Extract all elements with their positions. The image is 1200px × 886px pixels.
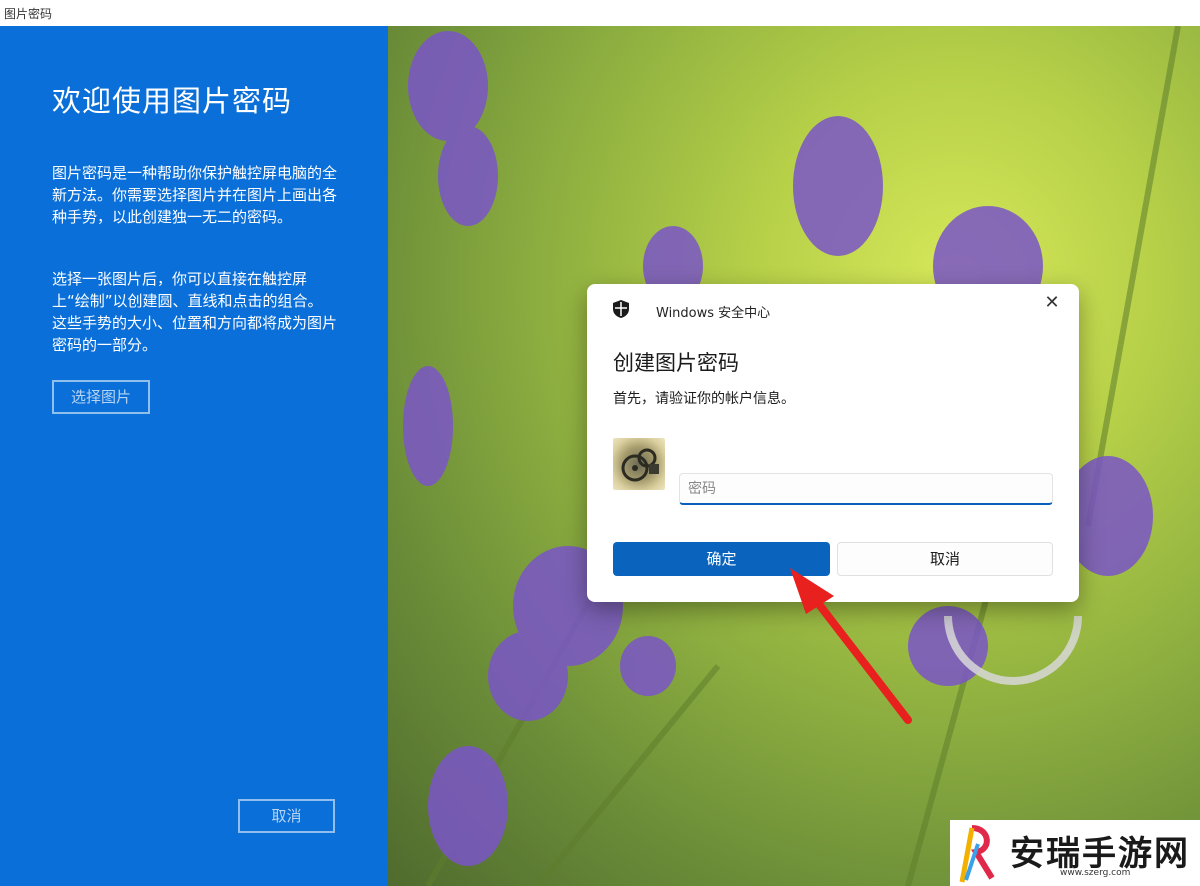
- window-titlebar: 图片密码: [0, 0, 1200, 26]
- window-title: 图片密码: [4, 7, 53, 21]
- ok-button[interactable]: 确定: [613, 542, 830, 576]
- choose-picture-button[interactable]: 选择图片: [52, 380, 150, 414]
- cancel-button[interactable]: 取消: [238, 799, 335, 833]
- close-icon[interactable]: ✕: [1041, 292, 1063, 314]
- watermark-url: www.szerg.com: [1060, 868, 1131, 878]
- instructions-paragraph: 选择一张图片后，你可以直接在触控屏上“绘制”以创建圆、直线和点击的组合。这些手势…: [52, 270, 338, 354]
- dialog-subtitle: 首先，请验证你的帐户信息。: [613, 391, 795, 407]
- dialog-app-name: Windows 安全中心: [656, 306, 771, 321]
- security-dialog: Windows 安全中心 ✕ 创建图片密码 首先，请验证你的帐户信息。 密码 确…: [587, 284, 1079, 602]
- intro-paragraph: 图片密码是一种帮助你保护触控屏电脑的全新方法。你需要选择图片并在图片上画出各种手…: [52, 164, 338, 226]
- left-panel: 欢迎使用图片密码 图片密码是一种帮助你保护触控屏电脑的全新方法。你需要选择图片并…: [0, 26, 388, 886]
- user-avatar: [613, 438, 665, 490]
- watermark: 安瑞手游网 www.szerg.com: [950, 820, 1200, 886]
- brand-logo-icon: [959, 825, 995, 883]
- dialog-cancel-button[interactable]: 取消: [837, 542, 1053, 576]
- shield-icon: [613, 300, 629, 318]
- page-title: 欢迎使用图片密码: [52, 84, 293, 118]
- dialog-title: 创建图片密码: [613, 351, 739, 375]
- password-input[interactable]: 密码: [679, 473, 1053, 505]
